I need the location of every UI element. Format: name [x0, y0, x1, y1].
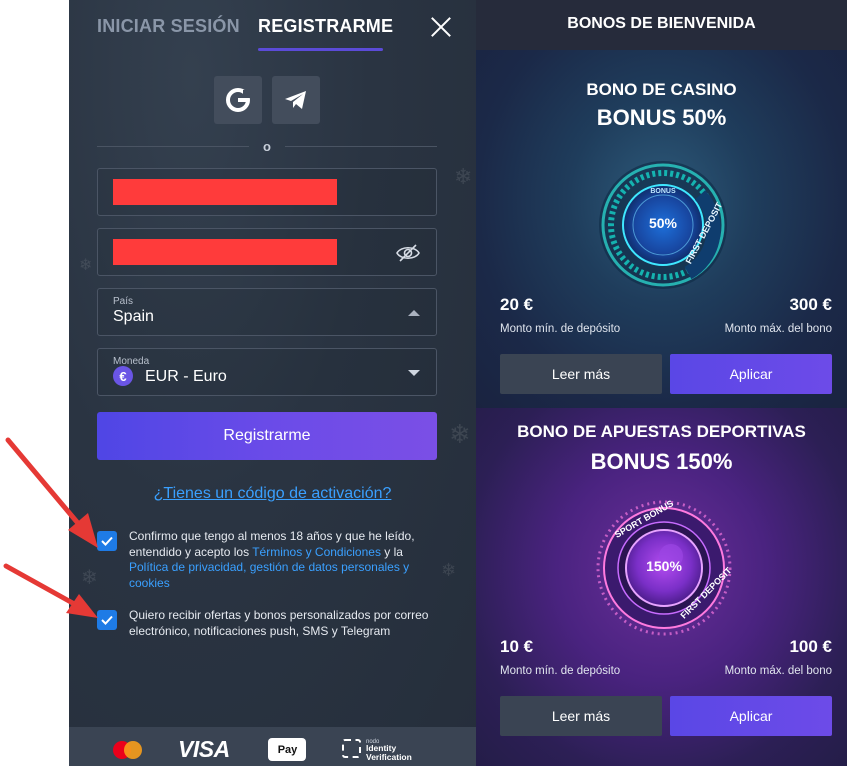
auth-tabs: INICIAR SESIÓN REGISTRARME [69, 0, 476, 52]
snowflake-decoration-icon: ❄ [81, 565, 98, 589]
sports-bonus-card: BONO DE APUESTAS DEPORTIVAS BONUS 150% S… [476, 408, 847, 766]
min-deposit-amount: 20 € [500, 295, 534, 314]
divider-line [97, 146, 249, 147]
checkmark-icon [101, 615, 113, 625]
min-deposit-label: Monto mín. de depósito [500, 323, 621, 335]
euro-icon: € [113, 366, 133, 386]
divider-line [285, 146, 437, 147]
registration-panel: ❄ ❄ ❄ ❄ ❄ INICIAR SESIÓN REGISTRARME o P… [69, 0, 476, 766]
bonuses-header: BONOS DE BIENVENIDA [476, 0, 847, 50]
country-value: Spain [113, 308, 154, 325]
google-login-button[interactable] [214, 76, 262, 124]
max-bonus-label: Monto máx. del bono [724, 323, 832, 335]
badge-percent: 150% [646, 558, 682, 574]
verification-icon [342, 739, 361, 758]
badge-top-text: BONUS [650, 188, 676, 195]
redacted-value [113, 179, 337, 205]
read-more-button[interactable]: Leer más [500, 696, 662, 736]
apply-bonus-button[interactable]: Aplicar [670, 354, 832, 394]
country-label: País [113, 296, 134, 307]
age-consent-text: Confirmo que tengo al menos 18 años y qu… [129, 529, 429, 591]
marketing-consent-checkbox[interactable] [97, 610, 117, 630]
close-button[interactable] [428, 14, 454, 40]
age-consent-text-part: y la [380, 544, 403, 559]
max-bonus-amount: 300 € [789, 295, 832, 314]
password-field[interactable] [97, 228, 437, 276]
marketing-consent-row: Quiero recibir ofertas y bonos personali… [97, 608, 447, 658]
telegram-login-button[interactable] [272, 76, 320, 124]
currency-value: EUR - Euro [145, 368, 227, 385]
min-deposit-amount: 10 € [500, 637, 534, 656]
snowflake-decoration-icon: ❄ [449, 420, 471, 450]
screen: ❄ ❄ ❄ ❄ ❄ INICIAR SESIÓN REGISTRARME o P… [0, 0, 847, 766]
checkmark-icon [101, 536, 113, 546]
currency-label: Moneda [113, 356, 150, 367]
active-tab-indicator [258, 48, 383, 51]
apply-bonus-button[interactable]: Aplicar [670, 696, 832, 736]
bonuses-title: BONOS DE BIENVENIDA [567, 15, 756, 32]
or-separator: o [263, 139, 271, 154]
apple-pay-text: Pay [277, 743, 298, 756]
eye-icon[interactable] [396, 242, 420, 264]
privacy-policy-link[interactable]: Política de privacidad, gestión de datos… [129, 560, 409, 590]
tab-register[interactable]: REGISTRARME [258, 16, 393, 37]
snowflake-decoration-icon: ❄ [79, 255, 93, 274]
age-consent-row: Confirmo que tengo al menos 18 años y qu… [97, 529, 447, 593]
badge-percent: 50% [648, 215, 678, 231]
idv-label: Identity Verification [366, 744, 412, 762]
bonus-name: BONO DE CASINO [586, 80, 737, 99]
redacted-value [113, 239, 337, 265]
idv-line-2: Verification [366, 752, 412, 762]
country-select[interactable]: País Spain [97, 288, 437, 336]
visa-logo: VISA [178, 736, 230, 762]
mastercard-icon [113, 741, 143, 759]
read-more-button[interactable]: Leer más [500, 354, 662, 394]
email-field[interactable] [97, 168, 437, 216]
register-button[interactable]: Registrarme [97, 412, 437, 460]
currency-select[interactable]: Moneda € EUR - Euro [97, 348, 437, 396]
casino-bonus-card: BONO DE CASINO BONUS 50% BONUS 50% FIRST… [476, 50, 847, 408]
caret-up-icon [408, 310, 420, 316]
google-icon [226, 88, 251, 112]
bonuses-panel: BONOS DE BIENVENIDA BONO DE CASINO BONUS… [476, 0, 847, 766]
min-deposit-label: Monto mín. de depósito [500, 665, 621, 677]
max-bonus-label: Monto máx. del bono [724, 665, 832, 677]
snowflake-decoration-icon: ❄ [454, 165, 473, 190]
telegram-icon [285, 91, 306, 109]
max-bonus-amount: 100 € [789, 637, 832, 656]
tab-login[interactable]: INICIAR SESIÓN [97, 16, 240, 37]
payment-footer: VISA Pay nodo Identity Verification [69, 727, 476, 766]
marketing-consent-text: Quiero recibir ofertas y bonos personali… [129, 608, 429, 638]
bonus-name: BONO DE APUESTAS DEPORTIVAS [517, 422, 806, 441]
terms-link[interactable]: Términos y Condiciones [252, 545, 381, 559]
bonus-percent-title: BONUS 150% [590, 449, 733, 474]
chevron-down-icon [408, 370, 420, 376]
activation-code-link[interactable]: ¿Tienes un código de activación? [69, 485, 476, 503]
apple-pay-logo: Pay [268, 738, 306, 761]
identity-verification-logo: nodo Identity Verification [342, 737, 432, 763]
age-consent-checkbox[interactable] [97, 531, 117, 551]
bonus-percent-title: BONUS 50% [596, 105, 727, 130]
